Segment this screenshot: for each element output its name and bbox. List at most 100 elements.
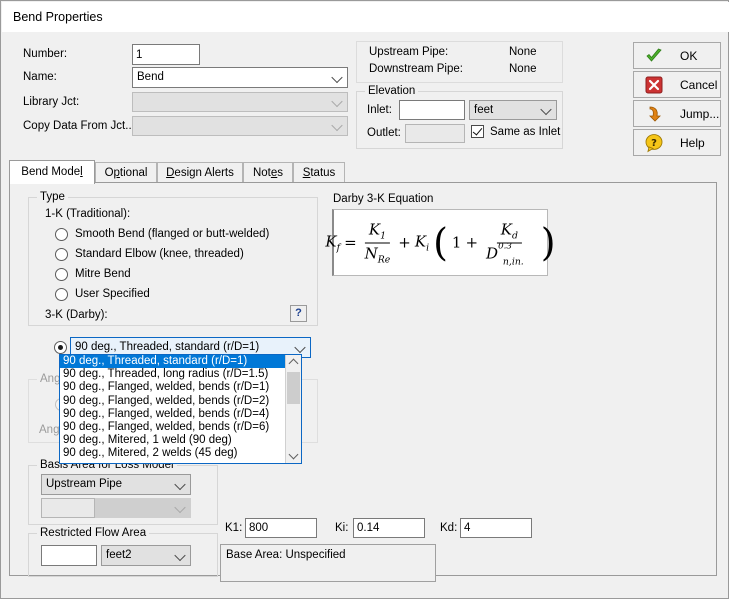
- outlet-label: Outlet:: [367, 127, 401, 139]
- restricted-flow-units-value: feet2: [106, 549, 132, 561]
- chevron-down-icon: [331, 95, 343, 108]
- restricted-flow-area-input[interactable]: [41, 545, 97, 566]
- tab-optional[interactable]: Optional: [95, 162, 157, 183]
- help-button[interactable]: ? Help: [633, 129, 721, 156]
- radio-standard-elbow-label: Standard Elbow (knee, threaded): [75, 248, 244, 260]
- radio-standard-elbow[interactable]: [55, 248, 68, 261]
- downstream-pipe-value: None: [509, 63, 537, 75]
- upstream-pipe-label: Upstream Pipe:: [369, 46, 449, 58]
- darby-equation-box: Kf = K1 NRe + Ki ( 1 + Kd D0.3n,in. ): [325, 209, 556, 276]
- elevation-units-combo[interactable]: feet: [469, 100, 557, 120]
- three-k-help-button[interactable]: ?: [290, 305, 307, 322]
- chevron-down-icon: [174, 478, 186, 490]
- ok-button-label: OK: [680, 48, 698, 63]
- elevation-group: Elevation Inlet: feet Outlet: Same as In…: [356, 85, 563, 149]
- tab-status[interactable]: Status: [293, 162, 345, 183]
- three-k-type-dropdown-list[interactable]: 90 deg., Threaded, standard (r/D=1) 90 d…: [59, 354, 302, 464]
- k1-input[interactable]: [245, 518, 317, 538]
- dropdown-option-5[interactable]: 90 deg., Flanged, welded, bends (r/D=6): [60, 421, 301, 434]
- orange-arrow-icon: [644, 104, 664, 124]
- library-jct-combo[interactable]: [132, 92, 348, 112]
- copy-data-combo[interactable]: [132, 116, 348, 136]
- cancel-button[interactable]: Cancel: [633, 71, 721, 98]
- title-bar: Bend Properties: [2, 2, 729, 32]
- dropdown-option-3[interactable]: 90 deg., Flanged, welded, bends (r/D=2): [60, 395, 301, 408]
- ok-button[interactable]: OK: [633, 42, 721, 69]
- dropdown-option-4[interactable]: 90 deg., Flanged, welded, bends (r/D=4): [60, 408, 301, 421]
- tab-bend-model[interactable]: Bend Model: [9, 160, 95, 184]
- chevron-down-icon: [294, 341, 306, 353]
- tab-design-alerts-label: Design Alerts: [166, 167, 234, 179]
- dropdown-scrollbar[interactable]: [285, 355, 301, 463]
- jump-button[interactable]: Jump...: [633, 100, 721, 127]
- basis-area-value: Upstream Pipe: [46, 478, 123, 490]
- dropdown-option-6[interactable]: 90 deg., Mitered, 1 weld (90 deg): [60, 434, 301, 447]
- chevron-down-icon: [331, 71, 343, 83]
- tab-status-label: Status: [302, 167, 336, 179]
- base-area-readout: Base Area: Unspecified: [220, 544, 436, 582]
- restricted-flow-area-group: Restricted Flow Area feet2: [28, 527, 218, 577]
- darby-equation-title: Darby 3-K Equation: [333, 193, 434, 205]
- one-k-label: 1-K (Traditional):: [45, 208, 131, 220]
- chevron-down-icon: [174, 549, 186, 561]
- outlet-elevation-input[interactable]: [405, 124, 465, 143]
- number-input[interactable]: [132, 44, 200, 65]
- radio-mitre-bend[interactable]: [55, 268, 68, 281]
- chevron-down-icon: [540, 103, 552, 116]
- type-group: Type 1-K (Traditional): Smooth Bend (fla…: [28, 191, 318, 326]
- radio-smooth-bend[interactable]: [55, 228, 68, 241]
- elevation-units-value: feet: [474, 104, 494, 116]
- scroll-up-button[interactable]: [286, 355, 301, 370]
- svg-text:?: ?: [651, 138, 657, 149]
- type-group-title: Type: [37, 191, 68, 203]
- tab-notes[interactable]: Notes: [243, 162, 293, 183]
- number-label: Number:: [23, 48, 68, 60]
- red-x-icon: [644, 75, 664, 95]
- basis-area-units-combo[interactable]: [95, 498, 191, 518]
- same-as-inlet-checkbox[interactable]: [471, 125, 484, 138]
- tab-optional-label: Optional: [104, 167, 148, 179]
- dropdown-option-1[interactable]: 90 deg., Threaded, long radius (r/D=1.5): [60, 368, 301, 381]
- bend-properties-dialog: Bend Properties Number: Name: Bend Libra…: [0, 0, 729, 599]
- tab-notes-label: Notes: [252, 167, 284, 179]
- basis-area-combo[interactable]: Upstream Pipe: [41, 474, 191, 495]
- basis-area-group: Basis Area for Loss Model Upstream Pipe: [28, 459, 218, 525]
- three-k-type-value: 90 deg., Threaded, standard (r/D=1): [75, 341, 260, 353]
- dropdown-option-0[interactable]: 90 deg., Threaded, standard (r/D=1): [60, 355, 301, 369]
- name-combo-value: Bend: [137, 71, 164, 83]
- restricted-flow-units-combo[interactable]: feet2: [101, 545, 191, 566]
- cancel-button-label: Cancel: [680, 77, 718, 92]
- kd-label: Kd:: [440, 522, 458, 534]
- name-combo[interactable]: Bend: [132, 67, 348, 88]
- jump-button-label: Jump...: [680, 106, 720, 121]
- inlet-elevation-input[interactable]: [399, 100, 465, 120]
- copy-data-label: Copy Data From Jct...: [23, 120, 135, 132]
- inlet-label: Inlet:: [367, 104, 392, 116]
- tab-design-alerts[interactable]: Design Alerts: [157, 162, 243, 183]
- restricted-flow-area-title: Restricted Flow Area: [37, 527, 150, 539]
- kd-input[interactable]: [460, 518, 532, 538]
- tab-bend-model-label: Bend Model: [21, 166, 83, 178]
- green-check-icon: [644, 46, 664, 66]
- chevron-down-icon: [331, 119, 343, 132]
- library-jct-label: Library Jct:: [23, 96, 80, 108]
- radio-mitre-bend-label: Mitre Bend: [75, 268, 131, 280]
- elevation-group-title: Elevation: [365, 85, 419, 97]
- radio-user-specified[interactable]: [55, 288, 68, 301]
- ki-label: Ki:: [335, 522, 349, 534]
- ki-input[interactable]: [353, 518, 425, 538]
- dropdown-option-7[interactable]: 90 deg., Mitered, 2 welds (45 deg): [60, 447, 301, 460]
- help-button-label: Help: [680, 135, 705, 150]
- name-label: Name:: [23, 71, 57, 83]
- chevron-down-icon: [174, 501, 186, 514]
- k1-label: K1:: [225, 522, 243, 534]
- radio-three-k-darby[interactable]: [54, 341, 67, 354]
- radio-smooth-bend-label: Smooth Bend (flanged or butt-welded): [75, 228, 270, 240]
- basis-area-input[interactable]: [41, 498, 95, 518]
- scrollbar-thumb[interactable]: [287, 372, 300, 404]
- yellow-question-icon: ?: [644, 133, 664, 153]
- scroll-down-button[interactable]: [286, 448, 301, 463]
- dropdown-option-2[interactable]: 90 deg., Flanged, welded, bends (r/D=1): [60, 381, 301, 394]
- radio-user-specified-label: User Specified: [75, 288, 150, 300]
- downstream-pipe-label: Downstream Pipe:: [369, 63, 463, 75]
